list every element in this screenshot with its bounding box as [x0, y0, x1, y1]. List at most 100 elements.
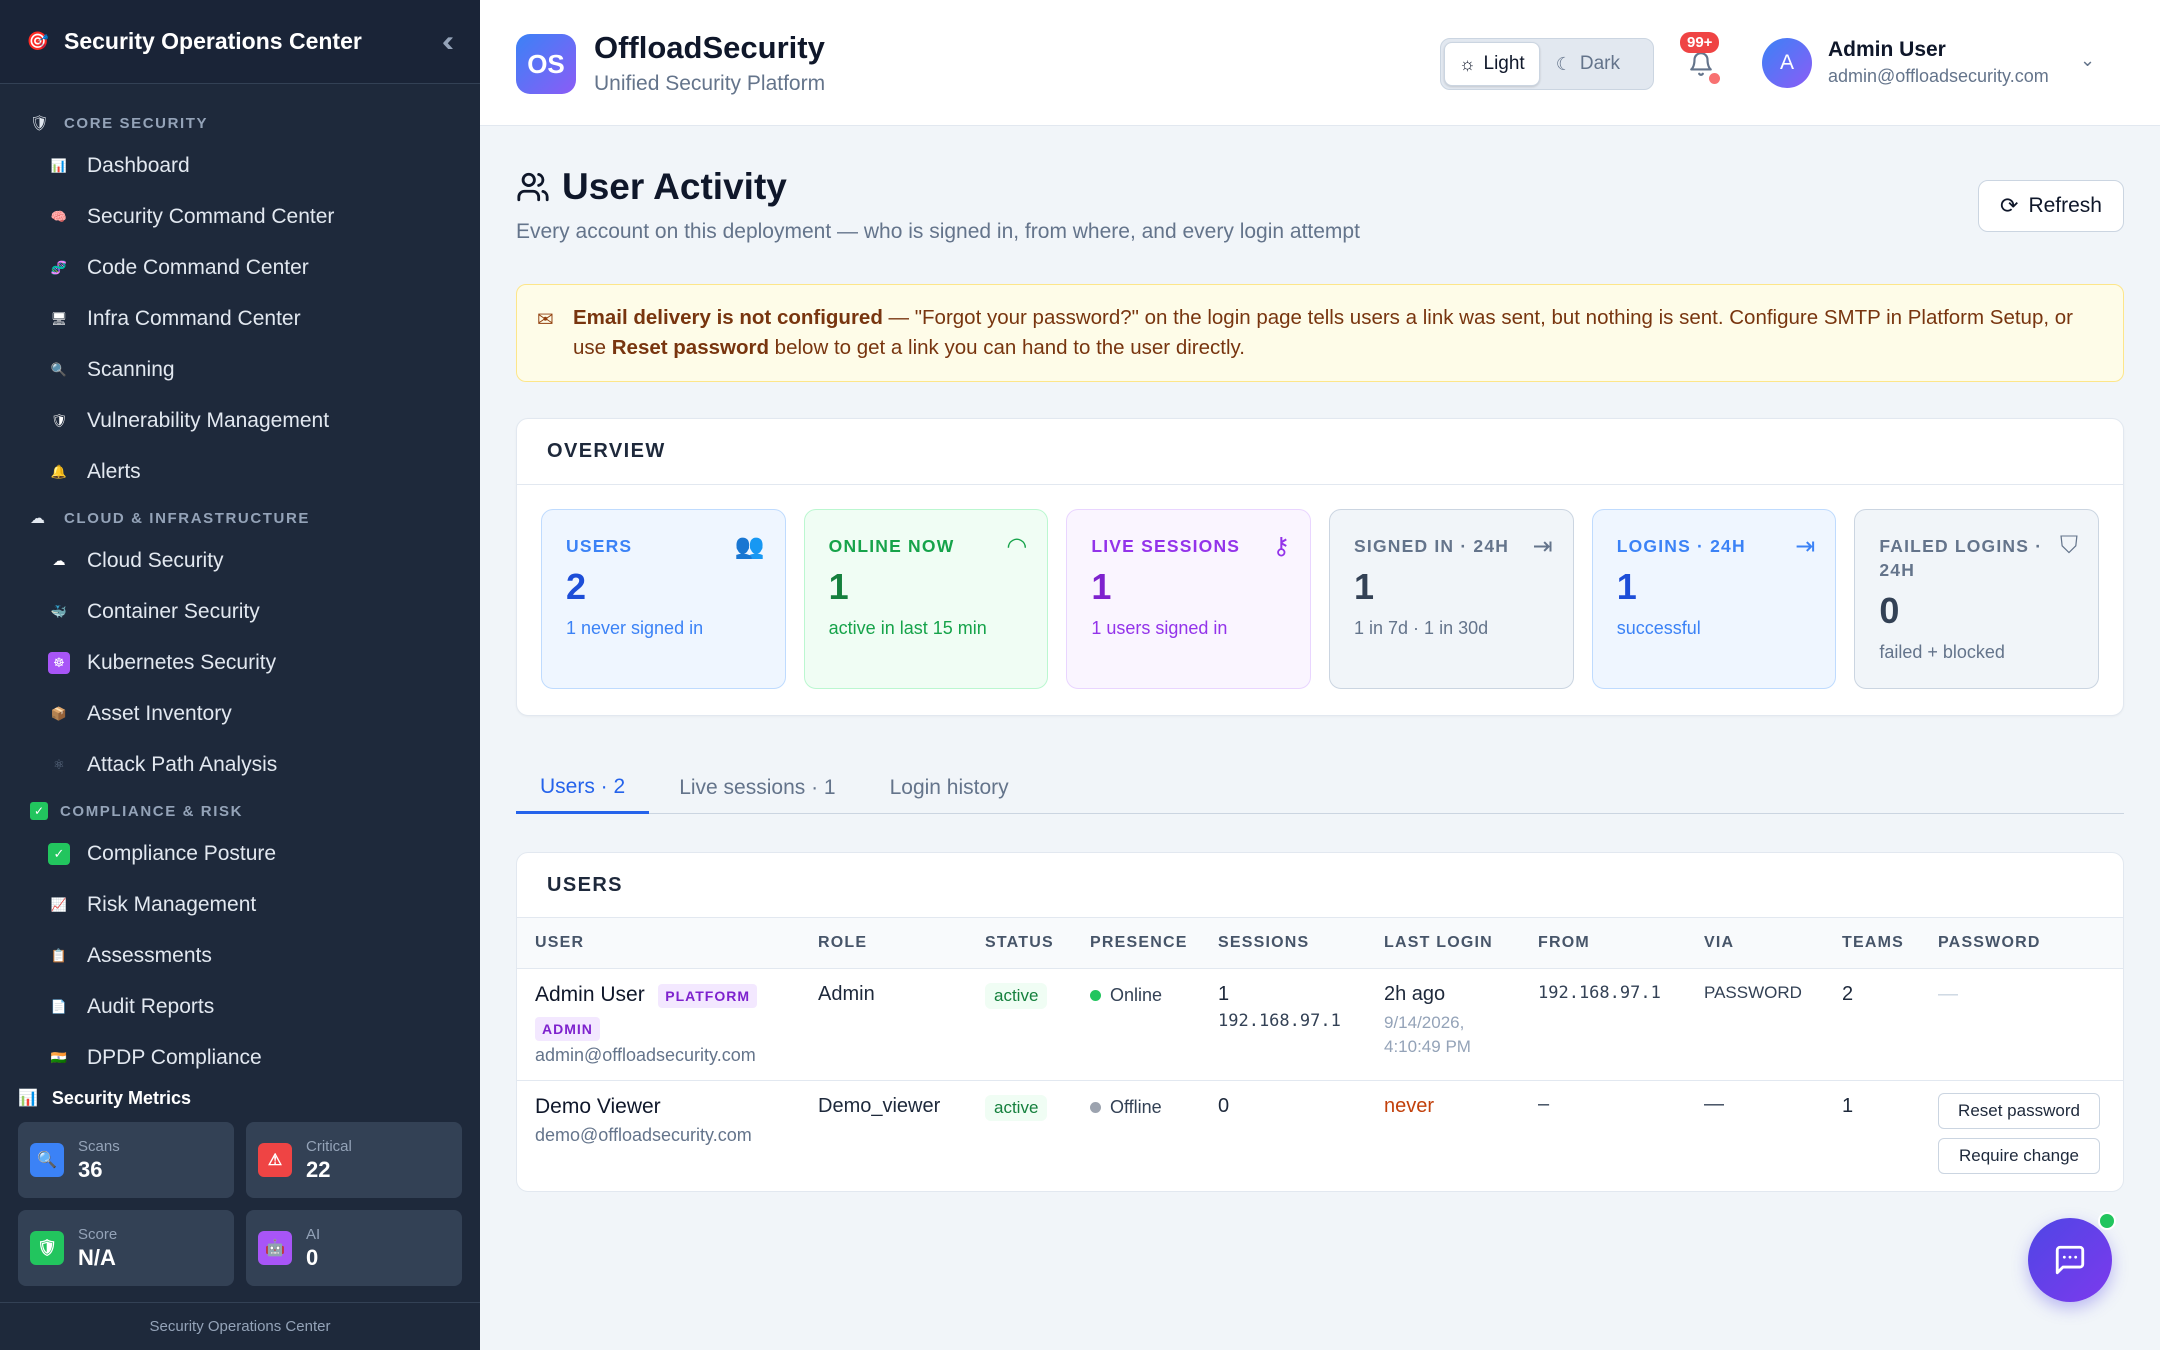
sidebar-item-label: Infra Command Center: [87, 306, 301, 330]
tabs: Users · 2 Live sessions · 1 Login histor…: [516, 762, 2124, 814]
require-change-button[interactable]: Require change: [1938, 1138, 2100, 1174]
india-flag-icon: 🇮🇳: [50, 1049, 68, 1065]
col-status: STATUS: [985, 934, 1054, 951]
sidebar-item-audit-reports[interactable]: 📄 Audit Reports: [0, 981, 480, 1032]
key-icon: ⚷: [1272, 533, 1291, 560]
metric-value: N/A: [78, 1244, 116, 1270]
sidebar-item-cloud-security[interactable]: ☁ Cloud Security: [0, 535, 480, 586]
metric-score[interactable]: 🛡 Score N/A: [18, 1210, 234, 1286]
password-cell: —: [1938, 983, 1958, 1005]
sidebar-item-compliance-posture[interactable]: ✓ Compliance Posture: [0, 828, 480, 879]
chevron-down-icon[interactable]: ⌄: [2080, 50, 2095, 71]
email-not-configured-alert: ✉ Email delivery is not configured — "Fo…: [516, 284, 2124, 382]
sidebar-item-security-command-center[interactable]: 🧠 Security Command Center: [0, 191, 480, 242]
presence-cell: Offline: [1090, 1097, 1162, 1118]
from-ip-cell: 192.168.97.1: [1538, 983, 1661, 1003]
stat-value: 1: [1091, 566, 1112, 607]
top-bar: OS OffloadSecurity Unified Security Plat…: [480, 0, 2160, 126]
tab-live-sessions[interactable]: Live sessions · 1: [655, 762, 859, 814]
refresh-button[interactable]: ⟳ Refresh: [1978, 180, 2124, 232]
theme-dark-button[interactable]: ☾ Dark: [1542, 42, 1634, 86]
sidebar-item-code-command-center[interactable]: 🧬 Code Command Center: [0, 242, 480, 293]
stat-signed-in-24h: SIGNED IN · 24H 1 1 in 7d · 1 in 30d ⇥: [1329, 509, 1574, 689]
stat-value: 1: [1616, 566, 1637, 607]
sidebar-item-asset-inventory[interactable]: 📦 Asset Inventory: [0, 688, 480, 739]
sidebar-item-risk-management[interactable]: 📈 Risk Management: [0, 879, 480, 930]
brand-name: OffloadSecurity: [594, 30, 825, 65]
online-dot-icon: [1090, 990, 1101, 1001]
bell-icon: 🔔: [50, 463, 68, 479]
sidebar-item-label: Compliance Posture: [87, 841, 277, 865]
tab-users[interactable]: Users · 2: [516, 762, 650, 814]
sidebar-item-kubernetes-security[interactable]: ☸ Kubernetes Security: [0, 637, 480, 688]
user-name[interactable]: Admin User: [1828, 38, 1946, 62]
section-cloud-infrastructure: ☁ CLOUD & INFRASTRUCTURE: [0, 501, 480, 535]
sun-icon: ☼: [1459, 53, 1476, 74]
presence-label: Offline: [1110, 1097, 1162, 1117]
from-ip-cell: –: [1538, 1093, 1550, 1115]
stat-failed-logins-24h: FAILED LOGINS · 24H 0 failed + blocked ⛉: [1854, 509, 2100, 689]
chat-assistant-button[interactable]: [2028, 1218, 2112, 1302]
moon-icon: ☾: [1555, 53, 1572, 74]
bar-chart-icon: 📊: [18, 1090, 38, 1107]
stat-sub: 1 never signed in: [566, 618, 704, 638]
sidebar-item-infra-command-center[interactable]: 🖥 Infra Command Center: [0, 293, 480, 344]
sidebar-item-dashboard[interactable]: 📊 Dashboard: [0, 140, 480, 191]
collapse-sidebar-icon[interactable]: ‹‹: [442, 25, 456, 59]
wifi-icon: ◠: [1006, 533, 1028, 560]
section-core-security: 🛡 CORE SECURITY: [0, 106, 480, 140]
sidebar-item-label: Cloud Security: [87, 548, 224, 572]
table-row[interactable]: Admin User PLATFORM ADMIN admin@offloads…: [517, 969, 2123, 1081]
notification-count-badge: 99+: [1680, 32, 1720, 53]
stat-value: 1: [1354, 566, 1375, 607]
user-name-cell: Demo Viewer: [535, 1095, 661, 1118]
reset-password-button[interactable]: Reset password: [1938, 1093, 2100, 1129]
last-login-cell: 2h ago: [1384, 983, 1446, 1005]
offline-dot-icon: [1090, 1102, 1101, 1113]
teams-cell: 2: [1842, 983, 1854, 1005]
metric-critical[interactable]: ⚠ Critical 22: [246, 1122, 462, 1198]
shield-icon: 🛡: [30, 1231, 64, 1265]
tab-login-history[interactable]: Login history: [866, 762, 1033, 814]
sidebar-item-vulnerability-management[interactable]: 🛡 Vulnerability Management: [0, 395, 480, 446]
atom-icon: ⚛: [53, 756, 65, 772]
sidebar-item-label: Dashboard: [87, 153, 190, 177]
role-cell: Admin: [818, 983, 875, 1005]
shield-alert-icon: ⛉: [2060, 532, 2079, 559]
stat-sub: failed + blocked: [1879, 642, 2005, 662]
table-row[interactable]: Demo Viewer demo@offloadsecurity.com Dem…: [517, 1081, 2123, 1191]
stat-users: USERS 2 1 never signed in 👥: [541, 509, 786, 689]
stat-sub: active in last 15 min: [828, 618, 987, 638]
sidebar-item-label: Code Command Center: [87, 255, 309, 279]
sidebar-item-dpdp-compliance[interactable]: 🇮🇳 DPDP Compliance: [0, 1032, 480, 1074]
col-via: VIA: [1704, 934, 1735, 951]
mail-icon: ✉: [537, 309, 554, 331]
sidebar-item-label: Vulnerability Management: [87, 408, 330, 432]
theme-light-button[interactable]: ☼ Light: [1444, 42, 1540, 86]
sidebar-item-label: Security Command Center: [87, 204, 335, 228]
last-login-date: 9/14/2026,: [1384, 1013, 1465, 1032]
dna-icon: 🧬: [50, 259, 68, 275]
clipboard-icon: 📋: [50, 947, 68, 963]
chat-online-dot: [2098, 1212, 2116, 1230]
metric-label: Scans: [78, 1137, 120, 1155]
stat-label: ONLINE NOW: [828, 536, 955, 556]
shield-icon: 🛡: [30, 115, 50, 132]
sidebar-item-scanning[interactable]: 🔍 Scanning: [0, 344, 480, 395]
section-label: CLOUD & INFRASTRUCTURE: [64, 509, 311, 527]
sidebar-item-alerts[interactable]: 🔔 Alerts: [0, 446, 480, 497]
sidebar-title: Security Operations Center: [64, 28, 362, 54]
log-in-icon: ⇥: [1532, 533, 1553, 560]
stat-value: 1: [828, 566, 849, 607]
sidebar-item-assessments[interactable]: 📋 Assessments: [0, 930, 480, 981]
metric-scans[interactable]: 🔍 Scans 36: [18, 1122, 234, 1198]
table-header: USER ROLE STATUS PRESENCE SESSIONS LAST …: [517, 917, 2123, 969]
metric-value: 22: [306, 1156, 331, 1182]
platform-badge: PLATFORM: [658, 984, 757, 1008]
sidebar-item-attack-path-analysis[interactable]: ⚛ Attack Path Analysis: [0, 739, 480, 790]
metric-value: 36: [78, 1156, 103, 1182]
metric-ai[interactable]: 🤖 AI 0: [246, 1210, 462, 1286]
sidebar-item-container-security[interactable]: 🐳 Container Security: [0, 586, 480, 637]
avatar[interactable]: A: [1762, 38, 1812, 88]
brand-subtitle: Unified Security Platform: [594, 72, 826, 95]
